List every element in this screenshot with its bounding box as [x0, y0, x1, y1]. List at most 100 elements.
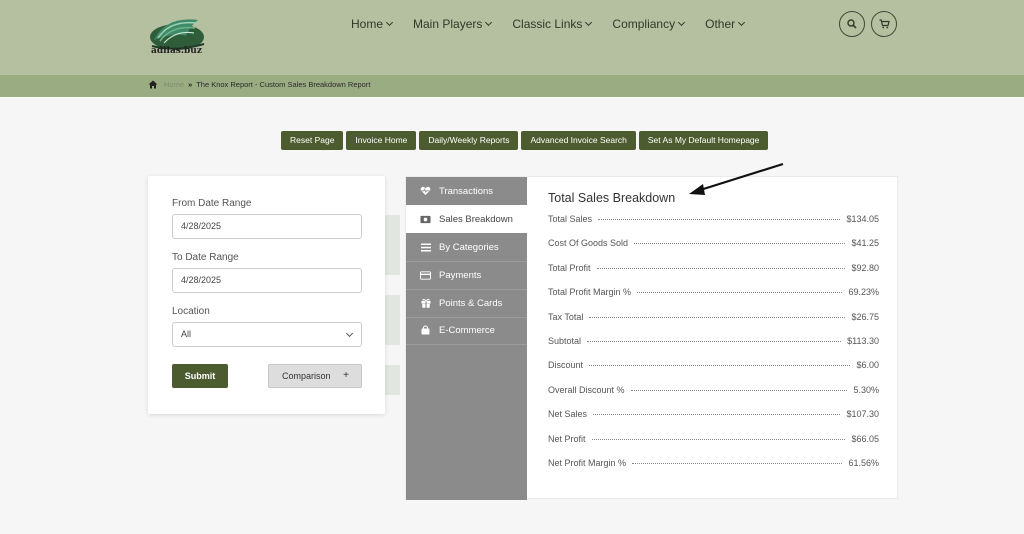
side-item-label: Payments — [439, 269, 482, 281]
nav-home[interactable]: Home — [351, 16, 394, 32]
breakdown-row-value: $134.05 — [846, 214, 879, 224]
side-item-e-commerce[interactable]: E-Commerce — [406, 316, 527, 344]
breakdown-row: Net Sales $107.30 — [548, 409, 879, 419]
invoice-home-button[interactable]: Invoice Home — [346, 131, 417, 150]
breakdown-row-value: $66.05 — [851, 433, 879, 444]
side-item-payments[interactable]: Payments — [406, 261, 527, 289]
search-button[interactable] — [839, 11, 865, 37]
dotted-leader — [634, 243, 846, 245]
dotted-leader — [596, 267, 846, 269]
breakdown-row: Net Profit Margin % 61.56% — [548, 458, 879, 468]
breakdown-row: Total Profit $92.80 — [548, 263, 879, 273]
breakdown-row-label: Net Profit — [548, 433, 586, 444]
breakdown-row: Net Profit $66.05 — [548, 434, 879, 444]
side-item-label: E-Commerce — [439, 324, 495, 336]
comparison-button[interactable]: Comparison + — [268, 364, 362, 388]
breakdown-row: Total Sales $134.05 — [548, 214, 879, 224]
nav-main-players[interactable]: Main Players — [413, 16, 493, 32]
breakdown-row-label: Overall Discount % — [548, 384, 625, 395]
side-item-sales-breakdown[interactable]: Sales Breakdown — [406, 205, 527, 233]
set-default-homepage-button[interactable]: Set As My Default Homepage — [638, 131, 769, 150]
report-panel: Transactions Sales Breakdown By Categori… — [405, 176, 898, 500]
dotted-leader — [593, 414, 841, 416]
side-item-label: Points & Cards — [439, 297, 503, 309]
to-date-label: To Date Range — [172, 252, 239, 263]
logo-text: adilas.buz — [151, 46, 202, 56]
side-item-by-categories[interactable]: By Categories — [406, 233, 527, 261]
breakdown-row-value: 69.23% — [848, 287, 879, 298]
from-date-input[interactable]: 4/28/2025 — [172, 214, 362, 239]
gift-icon — [420, 298, 431, 308]
action-buttons: Reset Page Invoice Home Daily/Weekly Rep… — [281, 131, 771, 150]
dotted-leader — [630, 389, 848, 391]
search-icon — [847, 19, 857, 29]
breadcrumb-home-link[interactable]: Home — [164, 80, 184, 89]
breadcrumb: Home » The Knox Report - Custom Sales Br… — [148, 80, 370, 89]
side-item-label: Transactions — [439, 185, 494, 197]
daily-weekly-reports-button[interactable]: Daily/Weekly Reports — [419, 131, 519, 150]
breakdown-row-value: 5.30% — [853, 384, 879, 395]
arrow-annotation-icon — [689, 162, 784, 195]
breakdown-row: Overall Discount % 5.30% — [548, 385, 879, 395]
breakdown-row-label: Cost Of Goods Sold — [548, 238, 629, 249]
side-item-points-cards[interactable]: Points & Cards — [406, 289, 527, 317]
side-item-label: Sales Breakdown — [439, 213, 513, 225]
breakdown-row: Tax Total $26.75 — [548, 312, 879, 322]
advanced-invoice-search-button[interactable]: Advanced Invoice Search — [521, 131, 636, 150]
breakdown-row-label: Total Sales — [548, 214, 593, 224]
reset-page-button[interactable]: Reset Page — [281, 131, 344, 150]
home-icon[interactable] — [148, 80, 158, 89]
main-nav: Home Main Players Classic Links Complian… — [351, 16, 765, 32]
breakdown-row: Cost Of Goods Sold $41.25 — [548, 238, 879, 248]
breakdown-row-label: Net Profit Margin % — [548, 458, 627, 468]
chevron-down-icon — [385, 18, 394, 27]
cart-button[interactable] — [871, 11, 897, 37]
chevron-down-icon — [485, 18, 493, 27]
breakdown-row-label: Discount — [548, 360, 584, 371]
dotted-leader — [632, 463, 843, 464]
chevron-down-icon — [738, 18, 746, 27]
dotted-leader — [589, 365, 851, 367]
to-date-input[interactable]: 4/28/2025 — [172, 268, 362, 293]
list-icon — [420, 242, 431, 252]
breakdown-row: Total Profit Margin % 69.23% — [548, 287, 879, 297]
side-item-transactions[interactable]: Transactions — [406, 177, 527, 205]
card-icon — [420, 270, 431, 280]
from-date-label: From Date Range — [172, 198, 252, 209]
cart-icon — [879, 19, 890, 29]
comparison-label: Comparison — [282, 371, 331, 381]
dotted-leader — [637, 292, 843, 294]
plus-icon: + — [343, 370, 349, 381]
breakdown-row-label: Tax Total — [548, 311, 584, 322]
heart-icon — [420, 186, 431, 196]
breakdown-row-value: $26.75 — [851, 311, 879, 322]
side-item-label: By Categories — [439, 241, 499, 253]
dotted-leader — [598, 219, 841, 220]
breakdown-row-label: Total Profit — [548, 262, 591, 273]
bag-icon — [420, 325, 431, 335]
breakdown-title: Total Sales Breakdown — [548, 191, 676, 205]
nav-classic-links[interactable]: Classic Links — [512, 16, 593, 32]
breadcrumb-bar: Home » The Knox Report - Custom Sales Br… — [0, 75, 1024, 97]
location-label: Location — [172, 306, 210, 317]
chevron-down-icon — [345, 329, 354, 338]
dotted-leader — [591, 438, 846, 440]
dotted-leader — [587, 341, 842, 342]
breakdown-row-value: $41.25 — [851, 238, 879, 249]
chevron-down-icon — [678, 18, 686, 27]
breakdown-row-value: $113.30 — [847, 336, 879, 346]
nav-other[interactable]: Other — [705, 16, 746, 32]
submit-button[interactable]: Submit — [172, 364, 228, 388]
date-range-form: From Date Range 4/28/2025 To Date Range … — [148, 176, 385, 414]
dotted-leader — [589, 316, 846, 318]
report-side-menu: Transactions Sales Breakdown By Categori… — [406, 177, 527, 500]
breakdown-row-label: Total Profit Margin % — [548, 287, 632, 298]
breakdown-row-value: $107.30 — [846, 409, 879, 420]
location-selected-value: All — [181, 329, 192, 339]
nav-compliancy[interactable]: Compliancy — [612, 16, 686, 32]
breakdown-row: Subtotal $113.30 — [548, 336, 879, 346]
money-icon — [420, 214, 431, 224]
location-select[interactable]: All — [172, 322, 362, 347]
breakdown-row-value: $6.00 — [856, 360, 879, 371]
chevron-down-icon — [585, 18, 593, 27]
